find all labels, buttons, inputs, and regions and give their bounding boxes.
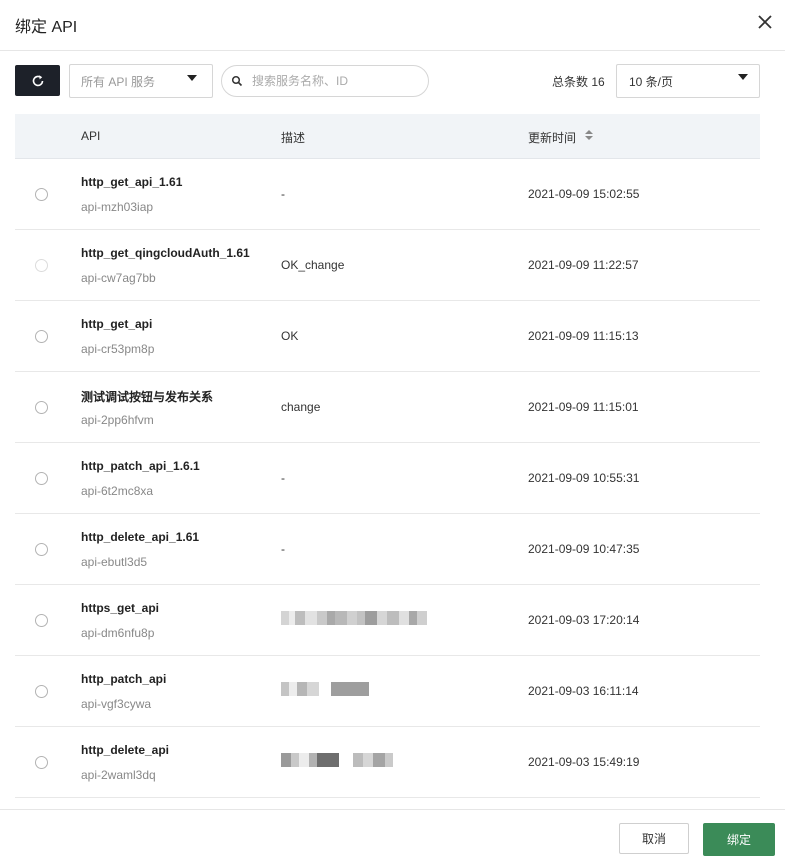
api-name: http_patch_api_1.6.1 xyxy=(81,459,200,473)
api-updated-time: 2021-09-09 15:02:55 xyxy=(528,187,640,201)
bind-button[interactable]: 绑定 xyxy=(703,823,775,856)
api-id: api-ebutl3d5 xyxy=(81,555,148,569)
chevron-down-icon xyxy=(738,74,748,80)
api-description: - xyxy=(281,471,285,485)
api-description: - xyxy=(281,187,285,201)
api-id: api-cr53pm8p xyxy=(81,342,155,356)
api-description: OK_change xyxy=(281,258,345,272)
search-input[interactable] xyxy=(252,73,422,89)
row-radio[interactable] xyxy=(35,401,48,414)
api-name: http_delete_api_1.61 xyxy=(81,530,200,544)
total-count: 总条数 16 xyxy=(552,75,605,89)
table-row[interactable]: http_patch_api api-vgf3cywa 2021-09-03 1… xyxy=(15,656,760,727)
table-row: http_get_qingcloudAuth_1.61 api-cw7ag7bb… xyxy=(15,230,760,301)
row-radio[interactable] xyxy=(35,614,48,627)
api-updated-time: 2021-09-03 17:20:14 xyxy=(528,613,640,627)
api-updated-time: 2021-09-03 15:49:19 xyxy=(528,755,640,769)
column-header-updated[interactable]: 更新时间 xyxy=(528,129,576,146)
table-body: http_get_api_1.61 api-mzh03iap - 2021-09… xyxy=(15,159,760,798)
api-id: api-dm6nfu8p xyxy=(81,626,155,640)
redacted-description xyxy=(281,611,427,625)
api-name: http_patch_api xyxy=(81,672,167,686)
table-row[interactable]: http_get_api_1.61 api-mzh03iap - 2021-09… xyxy=(15,159,760,230)
search-box[interactable] xyxy=(221,65,429,97)
table-row[interactable]: http_delete_api_1.61 api-ebutl3d5 - 2021… xyxy=(15,514,760,585)
search-icon xyxy=(231,75,243,87)
api-name: http_get_api_1.61 xyxy=(81,175,183,189)
row-radio[interactable] xyxy=(35,188,48,201)
redacted-description xyxy=(281,682,369,696)
api-description: change xyxy=(281,400,321,414)
chevron-down-icon xyxy=(187,75,197,81)
row-radio[interactable] xyxy=(35,685,48,698)
api-updated-time: 2021-09-09 10:55:31 xyxy=(528,471,640,485)
api-id: api-cw7ag7bb xyxy=(81,271,156,285)
api-id: api-2waml3dq xyxy=(81,768,156,782)
refresh-icon xyxy=(32,74,43,86)
api-name: 测试调试按钮与发布关系 xyxy=(81,390,214,404)
redacted-description xyxy=(281,753,393,767)
row-radio[interactable] xyxy=(35,543,48,556)
table-row[interactable]: http_patch_api_1.6.1 api-6t2mc8xa - 2021… xyxy=(15,443,760,514)
row-radio[interactable] xyxy=(35,756,48,769)
column-header-desc: 描述 xyxy=(281,131,306,145)
api-id: api-vgf3cywa xyxy=(81,697,152,711)
api-description: OK xyxy=(281,329,299,343)
api-updated-time: 2021-09-09 11:15:01 xyxy=(528,400,639,414)
dialog-title: 绑定 API xyxy=(15,19,78,36)
table-row[interactable]: http_delete_api api-2waml3dq 2021-09-03 … xyxy=(15,727,760,798)
service-select[interactable]: 所有 API 服务 xyxy=(69,64,213,98)
page-size-select[interactable]: 10 条/页 xyxy=(616,64,760,98)
api-id: api-2pp6hfvm xyxy=(81,413,154,427)
api-name: http_delete_api xyxy=(81,743,170,757)
service-select-value: 所有 API 服务 xyxy=(81,75,156,89)
refresh-button[interactable] xyxy=(15,65,60,96)
api-updated-time: 2021-09-09 11:15:13 xyxy=(528,329,639,343)
row-radio[interactable] xyxy=(35,472,48,485)
api-description: - xyxy=(281,542,285,556)
api-name: http_get_qingcloudAuth_1.61 xyxy=(81,246,250,260)
dialog-footer: 取消 绑定 xyxy=(0,809,785,858)
api-name: https_get_api xyxy=(81,601,160,615)
table-row[interactable]: 测试调试按钮与发布关系 api-2pp6hfvm change 2021-09-… xyxy=(15,372,760,443)
table-header: API 描述 更新时间 xyxy=(15,114,760,159)
sort-icon[interactable] xyxy=(585,130,593,142)
close-icon[interactable] xyxy=(757,14,773,30)
api-id: api-6t2mc8xa xyxy=(81,484,154,498)
column-header-api: API xyxy=(81,129,101,143)
api-updated-time: 2021-09-03 16:11:14 xyxy=(528,684,639,698)
cancel-button[interactable]: 取消 xyxy=(619,823,689,854)
toolbar: 所有 API 服务 总条数 16 10 条/页 xyxy=(15,64,760,98)
api-name: http_get_api xyxy=(81,317,153,331)
api-id: api-mzh03iap xyxy=(81,200,154,214)
table-row[interactable]: https_get_api api-dm6nfu8p 2021-09-03 17… xyxy=(15,585,760,656)
api-updated-time: 2021-09-09 10:47:35 xyxy=(528,542,640,556)
api-updated-time: 2021-09-09 11:22:57 xyxy=(528,258,639,272)
dialog-header: 绑定 API xyxy=(0,0,785,51)
row-radio[interactable] xyxy=(35,330,48,343)
page-size-value: 10 条/页 xyxy=(629,75,674,89)
table-row[interactable]: http_get_api api-cr53pm8p OK 2021-09-09 … xyxy=(15,301,760,372)
row-radio xyxy=(35,259,48,272)
